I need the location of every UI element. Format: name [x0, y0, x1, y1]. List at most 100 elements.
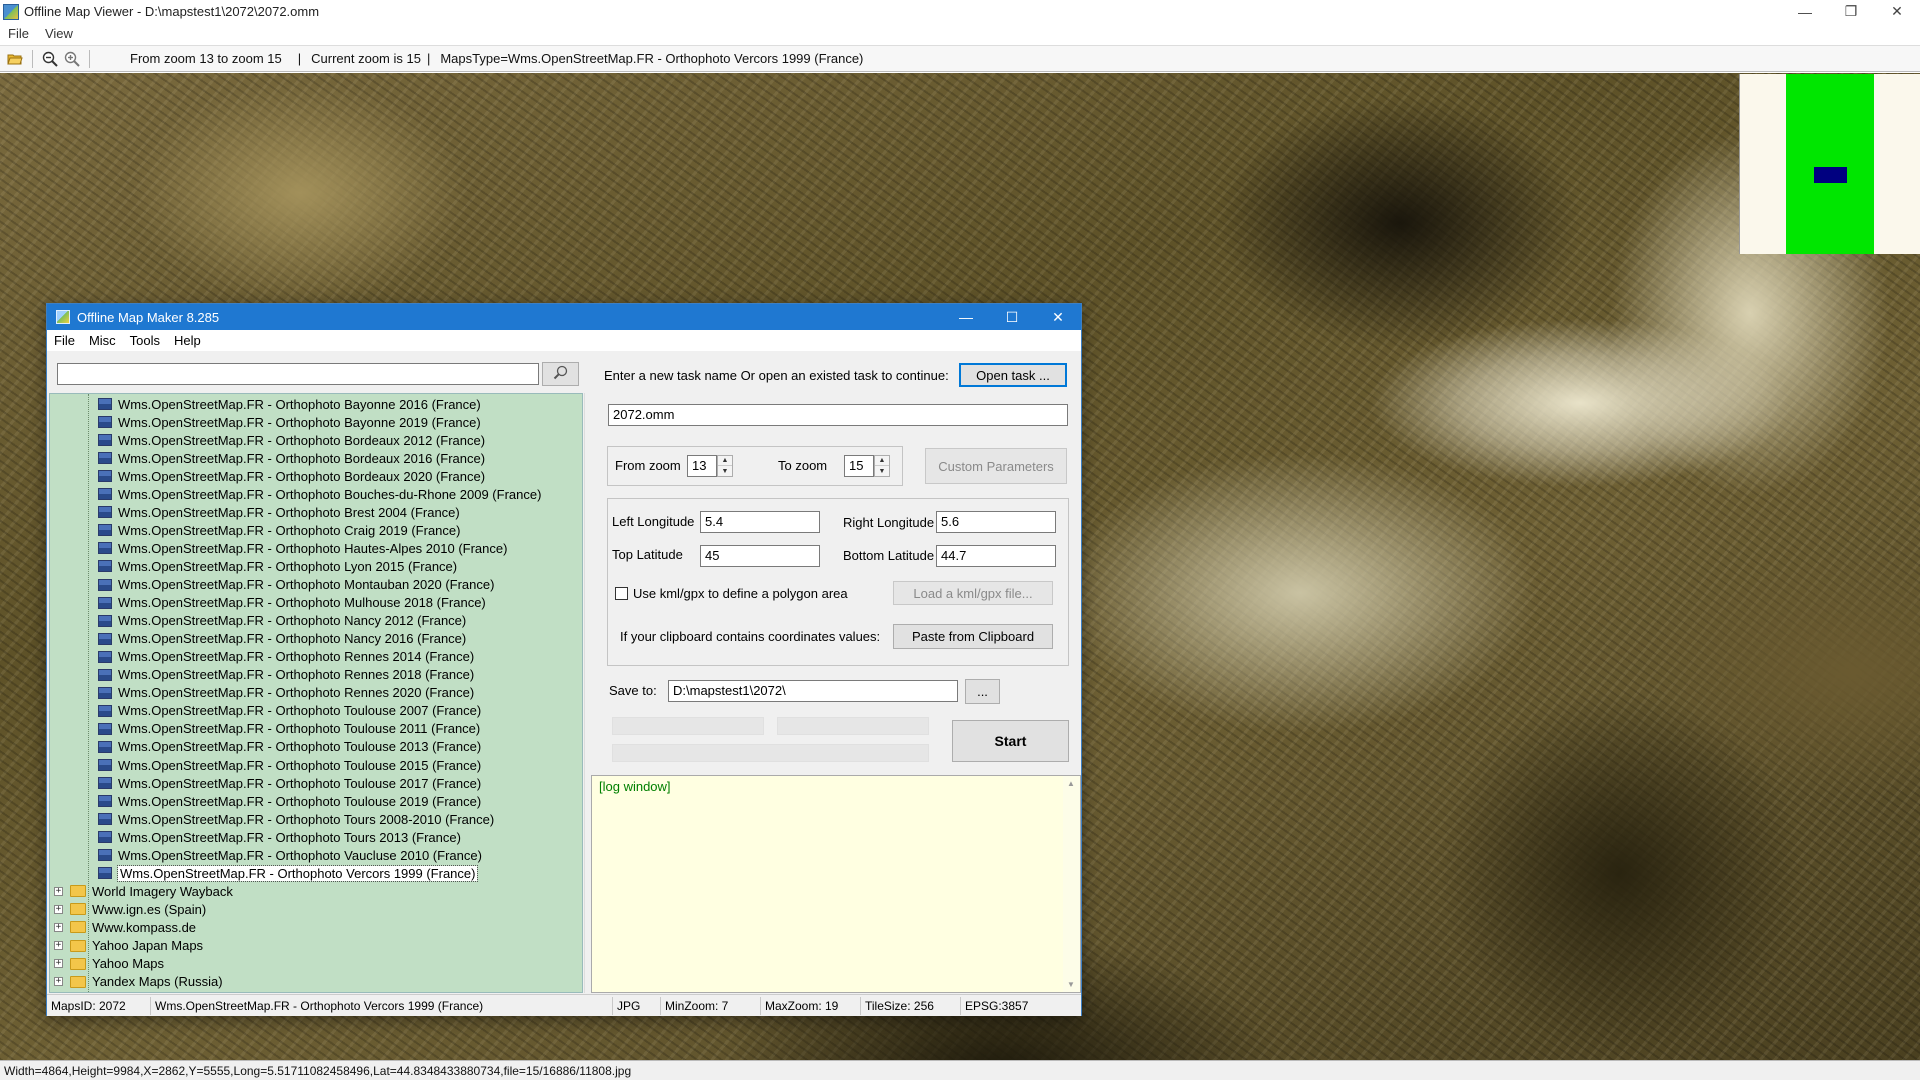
tree-folder-item[interactable]: + Yahoo Japan Maps — [54, 937, 203, 955]
tree-map-item[interactable]: Wms.OpenStreetMap.FR - Orthophoto Bordea… — [98, 431, 485, 449]
kml-checkbox[interactable] — [615, 587, 628, 600]
log-window[interactable]: [log window] ▲ ▼ — [591, 775, 1081, 993]
browse-button[interactable]: ... — [965, 679, 1000, 704]
to-zoom-spinner[interactable]: ▲ ▼ — [874, 455, 890, 477]
log-scrollbar[interactable]: ▲ ▼ — [1063, 776, 1080, 992]
tree-map-item[interactable]: Wms.OpenStreetMap.FR - Orthophoto Rennes… — [98, 684, 474, 702]
tree-item-label: Wms.OpenStreetMap.FR - Orthophoto Bordea… — [118, 450, 486, 466]
menu-file[interactable]: File — [47, 333, 82, 348]
paste-clipboard-button[interactable]: Paste from Clipboard — [893, 624, 1053, 649]
map-icon — [98, 867, 112, 880]
viewer-menubar: File View — [0, 23, 1920, 43]
viewer-title: Offline Map Viewer - D:\mapstest1\2072\2… — [24, 4, 320, 19]
right-longitude-label: Right Longitude — [843, 515, 935, 530]
tree-map-item[interactable]: Wms.OpenStreetMap.FR - Orthophoto Toulou… — [98, 792, 481, 810]
tree-folder-item[interactable]: + Yahoo Maps — [54, 955, 164, 973]
minimize-icon[interactable]: — — [943, 304, 989, 330]
menu-misc[interactable]: Misc — [82, 333, 123, 348]
scroll-up-icon[interactable]: ▲ — [1067, 779, 1075, 788]
expand-icon[interactable]: + — [54, 941, 63, 950]
tree-map-item[interactable]: Wms.OpenStreetMap.FR - Orthophoto Montau… — [98, 576, 494, 594]
maps-tree[interactable]: Wms.OpenStreetMap.FR - Orthophoto Bayonn… — [49, 393, 583, 993]
spin-down-icon[interactable]: ▼ — [718, 466, 732, 476]
tree-map-item[interactable]: Wms.OpenStreetMap.FR - Orthophoto Rennes… — [98, 648, 474, 666]
expand-icon[interactable]: + — [54, 977, 63, 987]
tree-map-item[interactable]: Wms.OpenStreetMap.FR - Orthophoto Toulou… — [98, 756, 481, 774]
zoom-out-icon[interactable] — [39, 48, 61, 70]
tree-item-label: Wms.OpenStreetMap.FR - Orthophoto Brest … — [118, 504, 460, 520]
tree-folder-item[interactable]: + Www.kompass.de — [54, 918, 196, 936]
to-zoom-field[interactable]: 15 — [844, 455, 874, 477]
tree-map-item[interactable]: Wms.OpenStreetMap.FR - Orthophoto Tours … — [98, 828, 461, 846]
load-kml-button[interactable]: Load a kml/gpx file... — [893, 581, 1053, 605]
tree-map-item[interactable]: Wms.OpenStreetMap.FR - Orthophoto Bordea… — [98, 467, 485, 485]
spin-up-icon[interactable]: ▲ — [875, 456, 889, 466]
spin-down-icon[interactable]: ▼ — [875, 466, 889, 476]
tree-item-label: Wms.OpenStreetMap.FR - Orthophoto Toulou… — [118, 721, 481, 737]
task-name-field[interactable]: 2072.omm — [608, 404, 1068, 426]
minimize-icon[interactable]: — — [1782, 0, 1828, 23]
tree-folder-item[interactable]: + Www.ign.es (Spain) — [54, 900, 206, 918]
spin-up-icon[interactable]: ▲ — [718, 456, 732, 466]
tree-map-item[interactable]: Wms.OpenStreetMap.FR - Orthophoto Bayonn… — [98, 395, 481, 413]
close-icon[interactable]: ✕ — [1874, 0, 1920, 23]
open-folder-icon[interactable] — [4, 48, 26, 70]
map-search-input[interactable] — [57, 363, 539, 385]
save-to-field[interactable]: D:\mapstest1\2072\ — [668, 680, 958, 702]
maximize-icon[interactable]: ☐ — [989, 304, 1035, 330]
expand-icon[interactable]: + — [54, 886, 63, 896]
from-zoom-field[interactable]: 13 — [687, 455, 717, 477]
restore-icon[interactable]: ❐ — [1828, 0, 1874, 23]
tree-map-item[interactable]: Wms.OpenStreetMap.FR - Orthophoto Bouche… — [98, 485, 541, 503]
tree-map-item[interactable]: Wms.OpenStreetMap.FR - Orthophoto Tours … — [98, 810, 494, 828]
omm-titlebar[interactable]: Offline Map Maker 8.285 — ☐ ✕ — [47, 304, 1081, 330]
tree-map-item[interactable]: Wms.OpenStreetMap.FR - Orthophoto Bayonn… — [98, 413, 481, 431]
tree-folder-item[interactable]: + Yandex Maps (Russia) — [54, 973, 223, 991]
open-task-button[interactable]: Open task ... — [959, 363, 1067, 387]
tree-map-item[interactable]: Wms.OpenStreetMap.FR - Orthophoto Bordea… — [98, 449, 485, 467]
tree-map-item[interactable]: Wms.OpenStreetMap.FR - Orthophoto Vauclu… — [98, 846, 482, 864]
tree-map-item[interactable]: Wms.OpenStreetMap.FR - Orthophoto Vercor… — [98, 864, 479, 882]
minimap-viewport[interactable] — [1814, 167, 1847, 183]
tree-item-label: Wms.OpenStreetMap.FR - Orthophoto Vercor… — [116, 864, 479, 882]
progress-bar-1 — [612, 717, 764, 735]
toolbar-divider: | — [426, 51, 431, 66]
top-latitude-field[interactable]: 45 — [700, 545, 820, 567]
right-longitude-field[interactable]: 5.6 — [936, 511, 1056, 533]
status-min-zoom: MinZoom: 7 — [661, 996, 761, 1015]
start-button[interactable]: Start — [952, 720, 1069, 762]
bottom-latitude-field[interactable]: 44.7 — [936, 545, 1056, 567]
tree-item-label: Wms.OpenStreetMap.FR - Orthophoto Vauclu… — [118, 847, 482, 863]
zoom-in-icon[interactable] — [61, 48, 83, 70]
tree-map-item[interactable]: Wms.OpenStreetMap.FR - Orthophoto Hautes… — [98, 539, 507, 557]
tree-map-item[interactable]: Wms.OpenStreetMap.FR - Orthophoto Lyon 2… — [98, 557, 457, 575]
custom-parameters-button[interactable]: Custom Parameters — [925, 448, 1067, 484]
menu-file[interactable]: File — [0, 26, 37, 41]
tree-map-item[interactable]: Wms.OpenStreetMap.FR - Orthophoto Craig … — [98, 521, 460, 539]
left-longitude-field[interactable]: 5.4 — [700, 511, 820, 533]
tree-map-item[interactable]: Wms.OpenStreetMap.FR - Orthophoto Brest … — [98, 503, 460, 521]
menu-tools[interactable]: Tools — [123, 333, 167, 348]
minimap[interactable] — [1739, 74, 1920, 254]
from-zoom-spinner[interactable]: ▲ ▼ — [717, 455, 733, 477]
expand-icon[interactable]: + — [54, 959, 63, 969]
expand-icon[interactable]: + — [54, 922, 63, 932]
progress-bar-2 — [777, 717, 929, 735]
scroll-down-icon[interactable]: ▼ — [1067, 980, 1075, 989]
tree-map-item[interactable]: Wms.OpenStreetMap.FR - Orthophoto Nancy … — [98, 630, 466, 648]
tree-map-item[interactable]: Wms.OpenStreetMap.FR - Orthophoto Toulou… — [98, 702, 481, 720]
tree-map-item[interactable]: Wms.OpenStreetMap.FR - Orthophoto Toulou… — [98, 774, 481, 792]
menu-view[interactable]: View — [37, 26, 81, 41]
tree-map-item[interactable]: Wms.OpenStreetMap.FR - Orthophoto Toulou… — [98, 720, 480, 738]
tree-map-item[interactable]: Wms.OpenStreetMap.FR - Orthophoto Rennes… — [98, 666, 474, 684]
menu-help[interactable]: Help — [167, 333, 208, 348]
expand-icon[interactable]: + — [54, 904, 63, 914]
tree-folder-item[interactable]: + World Imagery Wayback — [54, 882, 233, 900]
tree-map-item[interactable]: Wms.OpenStreetMap.FR - Orthophoto Nancy … — [98, 612, 466, 630]
close-icon[interactable]: ✕ — [1035, 304, 1081, 330]
tree-map-item[interactable]: Wms.OpenStreetMap.FR - Orthophoto Mulhou… — [98, 594, 486, 612]
omm-statusbar: MapsID: 2072 Wms.OpenStreetMap.FR - Orth… — [47, 994, 1081, 1016]
tree-map-item[interactable]: Wms.OpenStreetMap.FR - Orthophoto Toulou… — [98, 738, 481, 756]
omm-app-icon — [56, 310, 70, 324]
search-button[interactable] — [542, 362, 579, 386]
